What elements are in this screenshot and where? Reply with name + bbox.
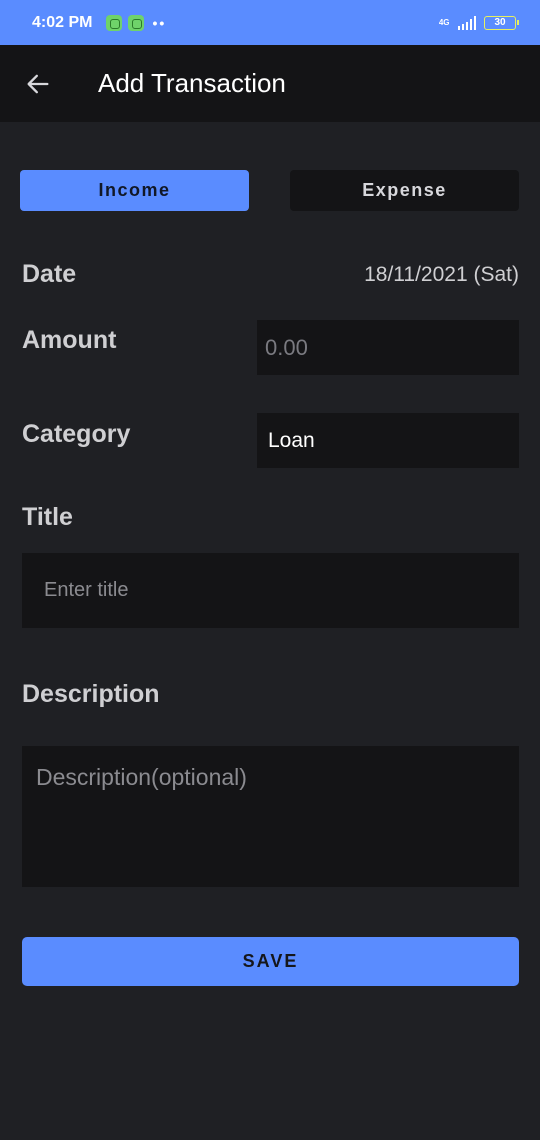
category-selected-value: Loan	[268, 428, 315, 452]
status-bar: 4:02 PM •• 4G 30	[0, 0, 540, 45]
battery-level: 30	[494, 16, 506, 28]
title-input[interactable]	[22, 553, 519, 628]
category-dropdown[interactable]: Loan	[257, 413, 519, 468]
amount-input[interactable]	[257, 320, 519, 375]
page-title: Add Transaction	[98, 68, 286, 98]
save-button[interactable]: SAVE	[22, 937, 519, 986]
description-input[interactable]	[22, 746, 519, 887]
category-label: Category	[22, 420, 131, 448]
amount-label: Amount	[22, 326, 117, 354]
signal-icon	[457, 15, 476, 30]
status-time: 4:02 PM	[32, 13, 93, 31]
description-label: Description	[22, 680, 160, 708]
title-label: Title	[22, 503, 73, 531]
tab-expense[interactable]: Expense	[290, 170, 519, 211]
arrow-left-icon[interactable]	[24, 70, 52, 98]
battery-icon: 30	[484, 15, 519, 30]
date-picker-value[interactable]: 18/11/2021 (Sat)	[364, 263, 519, 287]
app-bar: Add Transaction	[0, 45, 540, 122]
network-type: 4G	[438, 17, 450, 27]
more-notifications-icon: ••	[152, 14, 167, 31]
tab-income[interactable]: Income	[20, 170, 249, 211]
date-label: Date	[22, 260, 77, 288]
notification-app-icon	[106, 14, 123, 31]
status-indicators: 4G 30	[438, 15, 519, 30]
notification-app-icon	[128, 14, 145, 31]
